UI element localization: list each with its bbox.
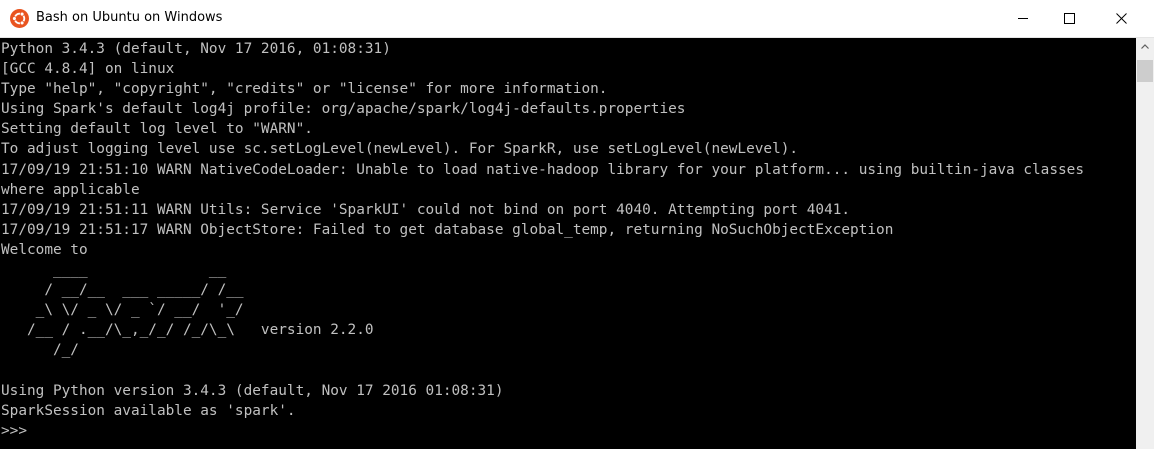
chevron-up-icon [1141,44,1149,49]
python-prompt[interactable]: >>> [1,421,1084,441]
spark-banner-line: /__ / .__/\_,_/_/ /_/\_\ version 2.2.0 [1,322,374,339]
close-button[interactable] [1098,0,1144,37]
console-output[interactable]: Python 3.4.3 (default, Nov 17 2016, 01:0… [0,38,1136,449]
console-line: [GCC 4.8.4] on linux [1,61,175,78]
console-line: Type "help", "copyright", "credits" or "… [1,81,608,98]
spark-banner-line: / __/__ ___ _____/ /__ [1,282,244,299]
spark-banner-line: /_/ [1,342,79,359]
window-title: Bash on Ubuntu on Windows [36,10,223,25]
console-line: Using Python version 3.4.3 (default, Nov… [1,382,504,399]
console-line: Using Spark's default log4j profile: org… [1,101,686,118]
maximize-icon [1064,13,1075,24]
ubuntu-logo-icon[interactable] [10,9,29,28]
vertical-scrollbar[interactable] [1136,38,1154,449]
console-line: Setting default log level to "WARN". [1,121,313,138]
console-line: 17/09/19 21:51:11 WARN Utils: Service 'S… [1,201,851,218]
title-bar[interactable]: Bash on Ubuntu on Windows [0,0,1154,38]
spark-banner-line: ____ __ [1,262,227,279]
console-line: Python 3.4.3 (default, Nov 17 2016, 01:0… [1,41,391,57]
minimize-icon [1018,18,1028,19]
console-line: SparkSession available as 'spark'. [1,402,296,419]
scroll-up-button[interactable] [1136,38,1154,56]
console-line: 17/09/19 21:51:17 WARN ObjectStore: Fail… [1,221,894,238]
console-line: 17/09/19 21:51:10 WARN NativeCodeLoader:… [1,161,1084,178]
console-line: Welcome to [1,241,88,258]
spark-banner-line: _\ \/ _ \/ _ `/ __/ '_/ [1,302,244,319]
console-line: where applicable [1,181,140,198]
terminal-window: Bash on Ubuntu on Windows Python 3.4.3 (… [0,0,1154,449]
console-lines: Python 3.4.3 (default, Nov 17 2016, 01:0… [1,39,1084,441]
minimize-button[interactable] [1000,0,1046,37]
close-icon [1116,13,1127,24]
console-line: To adjust logging level use sc.setLogLev… [1,141,799,158]
maximize-button[interactable] [1046,0,1092,37]
scrollbar-thumb[interactable] [1137,60,1153,82]
